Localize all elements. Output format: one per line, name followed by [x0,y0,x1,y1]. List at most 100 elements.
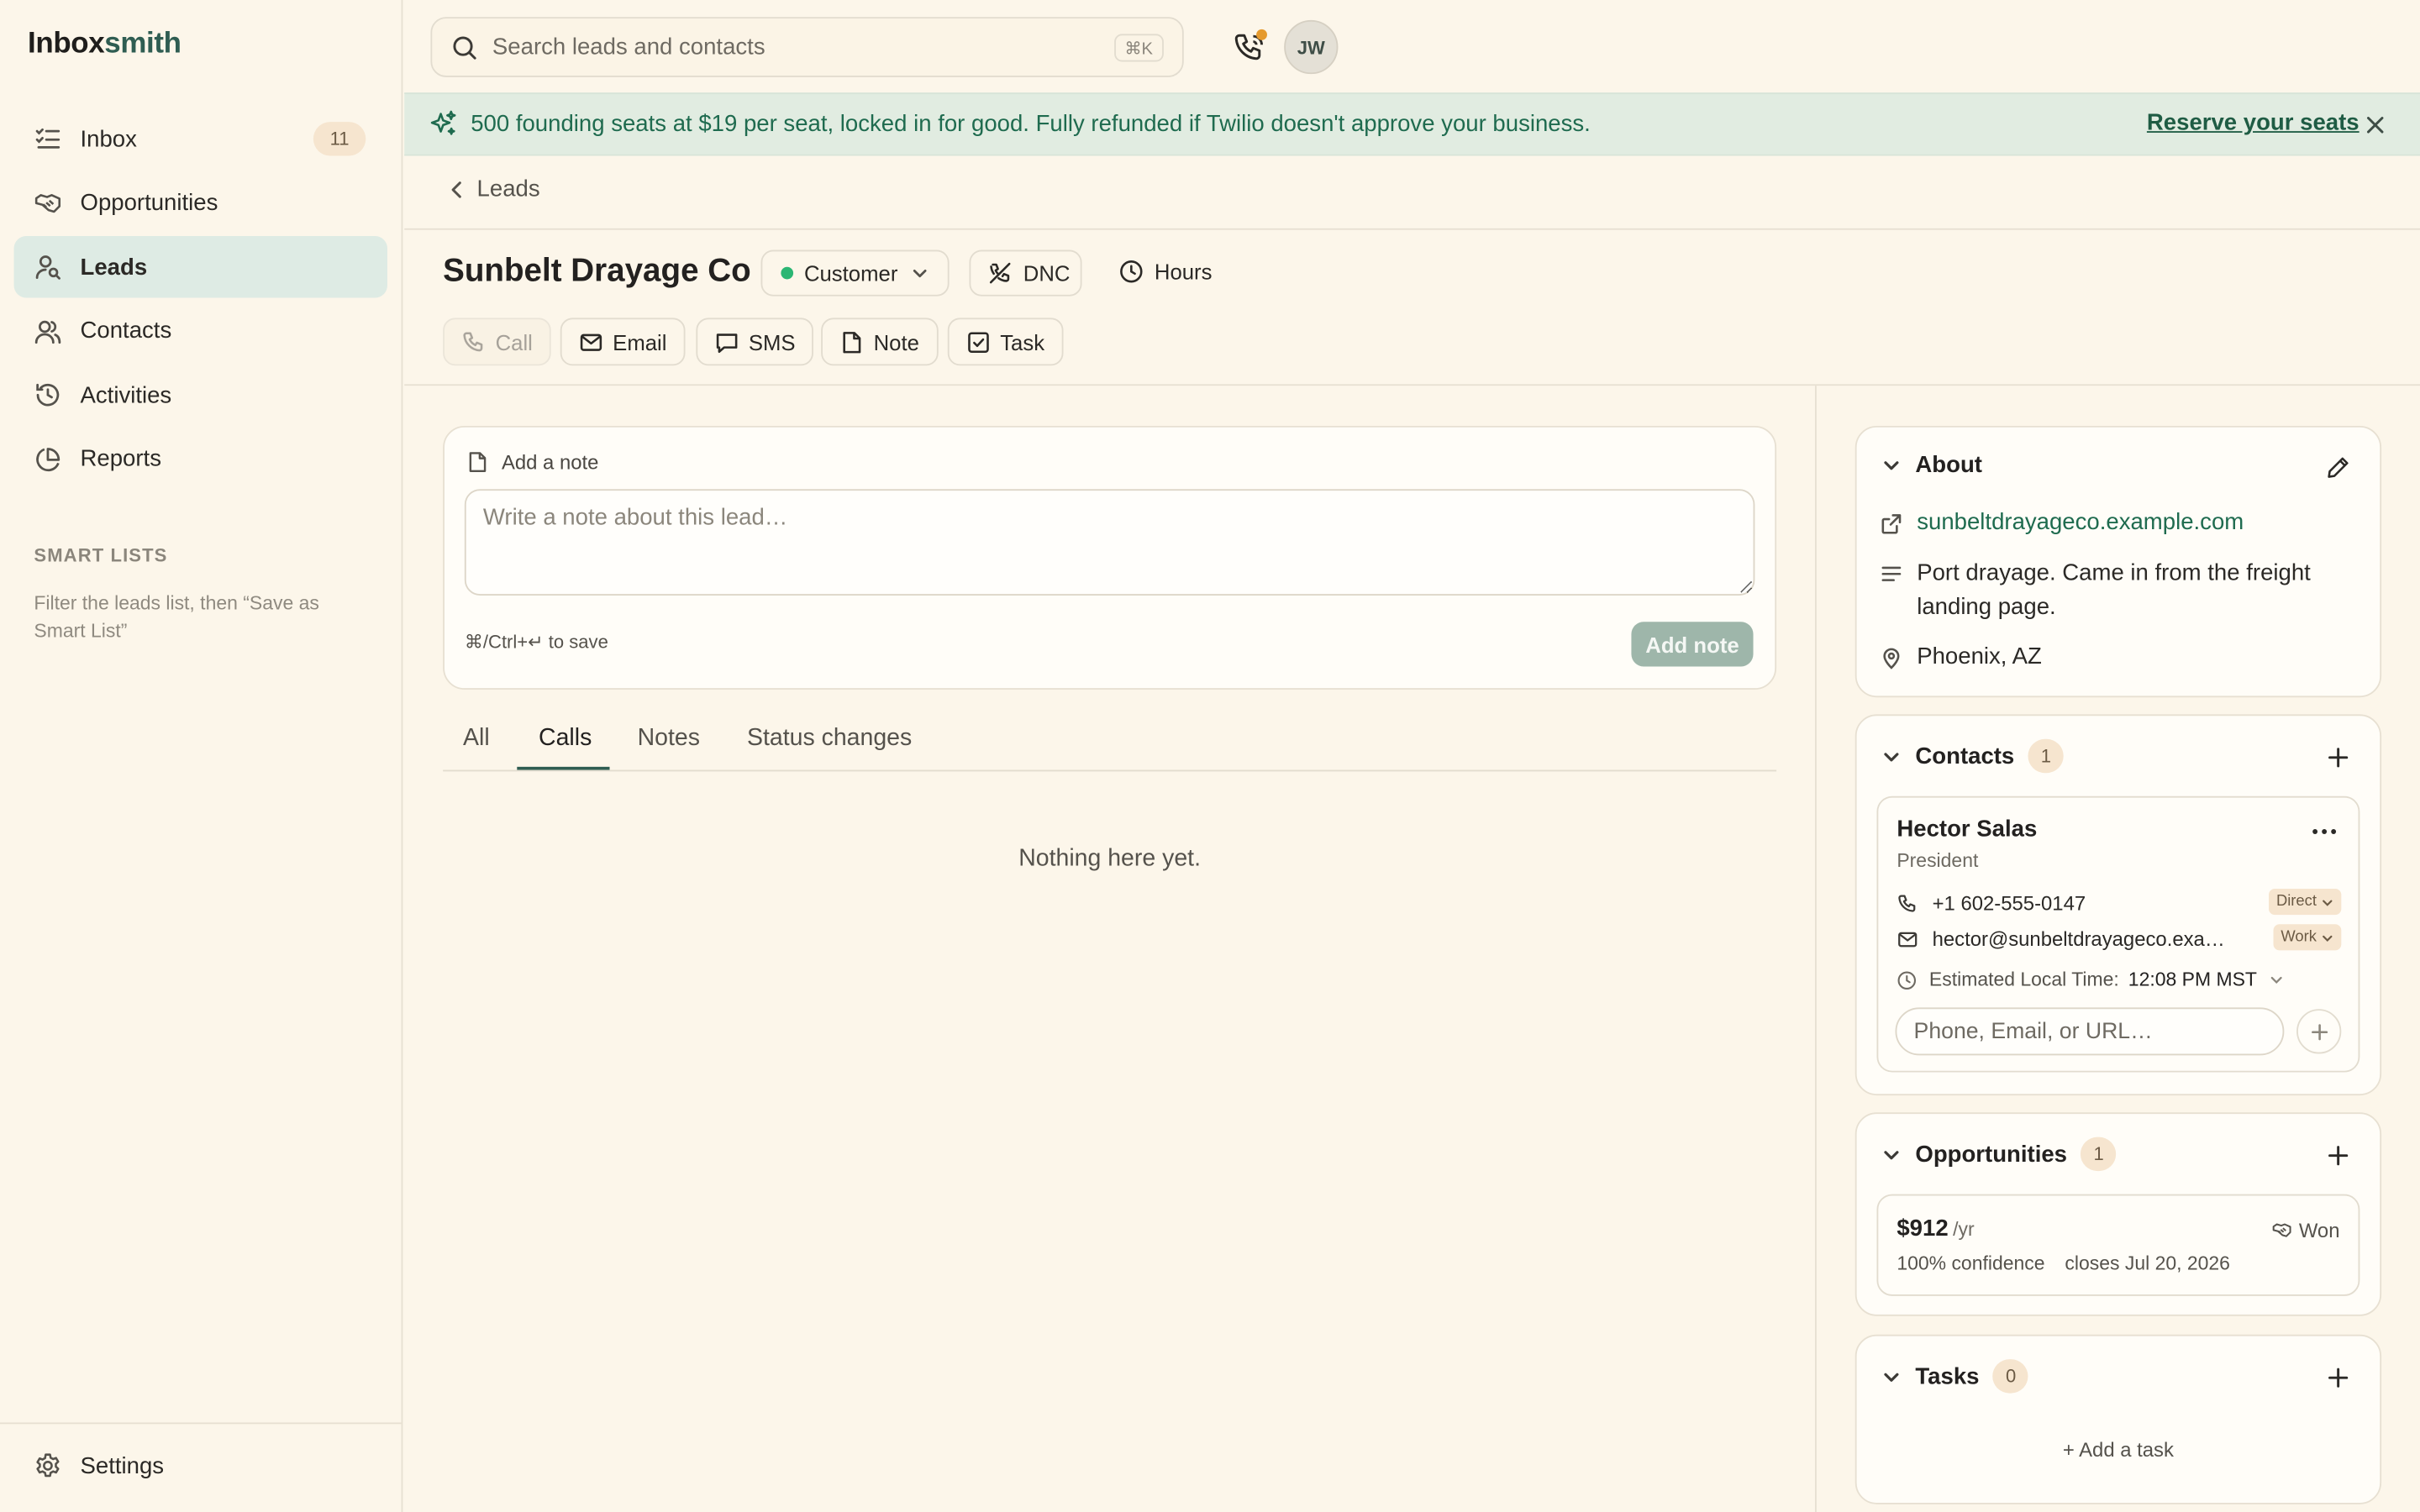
lead-status-dropdown[interactable]: Customer [760,249,950,297]
dnc-label: DNC [1023,260,1071,286]
sidebar-item-activities[interactable]: Activities [14,364,387,425]
task-button[interactable]: Task [947,318,1064,366]
chevron-down-icon [2323,934,2333,942]
banner-message: 500 founding seats at $19 per seat, lock… [471,111,1591,138]
tab-notes[interactable]: Notes [638,725,700,753]
about-card: About sunbeltdrayageco.example.com Port … [1854,425,2382,698]
status-indicator [781,266,794,280]
opportunities-toggle[interactable]: Opportunities 1 [1881,1137,2117,1172]
hours-button[interactable]: Hours [1119,260,1212,284]
sidebar-item-reports[interactable]: Reports [14,428,387,490]
avatar[interactable]: JW [1284,19,1339,75]
contacts-toggle[interactable]: Contacts 1 [1881,738,2065,774]
email-label: Email [613,329,667,354]
note-textarea[interactable] [464,489,1755,596]
mail-icon [579,329,603,354]
lead-description: Port drayage. Came in from the freight l… [1917,559,2311,621]
add-opportunity-plus-icon[interactable] [2326,1143,2350,1168]
gear-icon [34,1452,61,1479]
opportunity-item[interactable]: $912/yr Won 100% confidence closes Jul 20… [1876,1194,2360,1296]
lead-location: Phoenix, AZ [1917,643,2042,670]
header-divider [404,228,2420,230]
add-task-link[interactable]: + Add a task [1857,1438,2381,1462]
page-title: Sunbelt Drayage Co [443,253,751,289]
email-button[interactable]: Email [560,318,686,366]
opportunity-confidence: 100% confidence [1897,1252,2045,1275]
contacts-count-badge: 1 [2028,738,2065,774]
note-composer-title: Add a note [501,450,599,474]
pencil-icon[interactable] [2326,455,2350,480]
dnc-toggle[interactable]: DNC [969,249,1082,297]
phone-status-dot [1256,29,1267,40]
sidebar-item-opportunities[interactable]: Opportunities [14,172,387,234]
checkbox-icon [966,329,991,354]
opportunity-amount-row: $912/yr [1897,1215,1974,1242]
phone-off-icon [988,260,1013,285]
handshake-icon [34,189,61,217]
tasks-count-badge: 0 [1992,1359,2029,1394]
about-website-row: sunbeltdrayageco.example.com [1880,506,2244,539]
sidebar-item-settings[interactable]: Settings [34,1452,164,1479]
tasks-toggle[interactable]: Tasks 0 [1881,1359,2029,1394]
close-icon[interactable] [2361,111,2389,139]
chevron-down-icon [1881,1366,1902,1386]
email-type-dropdown[interactable]: Work [2273,924,2342,951]
note-button[interactable]: Note [821,318,938,366]
sidebar-item-leads[interactable]: Leads [13,236,388,298]
note-icon [466,450,490,474]
reserve-seats-link[interactable]: Reserve your seats [2147,109,2360,135]
clock-icon [1119,260,1144,284]
smart-lists-title: SMART LISTS [34,544,168,567]
sidebar: Inboxsmith Inbox 11 Opportunities Leads … [0,0,403,1512]
external-link-icon [1880,512,1903,536]
add-task-plus-icon[interactable] [2326,1366,2350,1390]
breadcrumb[interactable]: Leads [446,176,540,202]
add-contact-plus-icon[interactable] [2326,745,2350,769]
status-label: Customer [803,260,898,286]
tab-status-changes[interactable]: Status changes [747,725,912,753]
contact-email[interactable]: hector@sunbeltdrayageco.exa… [1933,927,2225,951]
sms-button[interactable]: SMS [696,318,814,366]
sparkle-icon [429,109,459,139]
sidebar-item-inbox[interactable]: Inbox 11 [14,108,387,170]
tab-all[interactable]: All [463,725,490,753]
website-link[interactable]: sunbeltdrayageco.example.com [1917,506,2244,539]
chevron-down-icon [1881,1144,1902,1164]
about-toggle[interactable]: About [1881,452,1982,478]
opportunity-status: Won [2271,1219,2340,1242]
opportunity-status-label: Won [2298,1219,2340,1242]
sidebar-item-label: Inbox [80,125,137,152]
sms-label: SMS [748,329,796,354]
user-search-icon [34,253,61,281]
sidebar-item-contacts[interactable]: Contacts [14,300,387,361]
tab-calls[interactable]: Calls [539,725,592,753]
sidebar-nav: Inbox 11 Opportunities Leads Contacts Ac… [13,108,388,492]
pie-chart-icon [34,445,61,473]
chevron-down-icon [2323,899,2333,906]
activity-tabs: All Calls Notes Status changes [443,719,1777,772]
local-time-value: 12:08 PM MST [2128,969,2257,991]
message-icon [714,329,739,354]
note-composer: Add a note ⌘/Ctrl+↵ to save Add note [443,425,1777,690]
app-logo[interactable]: Inboxsmith [28,28,182,61]
breadcrumb-label: Leads [476,176,540,202]
sidebar-divider [0,1422,402,1425]
chevron-down-icon[interactable] [2270,972,2285,987]
add-contact-method-button[interactable] [2296,1009,2342,1054]
sidebar-item-label: Reports [80,445,161,473]
more-horizontal-icon[interactable] [2312,828,2337,834]
global-search[interactable]: Search leads and contacts ⌘K [430,17,1184,77]
history-icon [34,381,61,409]
contact-name[interactable]: Hector Salas [1897,816,2037,843]
add-note-button[interactable]: Add note [1631,622,1754,667]
call-button[interactable]: Call [443,318,551,366]
contact-phone[interactable]: +1 602-555-0147 [1933,892,2086,916]
handshake-icon [2271,1221,2291,1241]
contact-email-row: hector@sunbeltdrayageco.exa… [1897,927,2225,951]
panel-divider [1815,386,1817,1512]
note-icon [839,329,864,354]
header-divider [404,384,2420,386]
phone-type-dropdown[interactable]: Direct [2268,888,2342,916]
opportunities-title: Opportunities [1915,1141,2067,1168]
contact-method-input[interactable] [1895,1007,2285,1056]
